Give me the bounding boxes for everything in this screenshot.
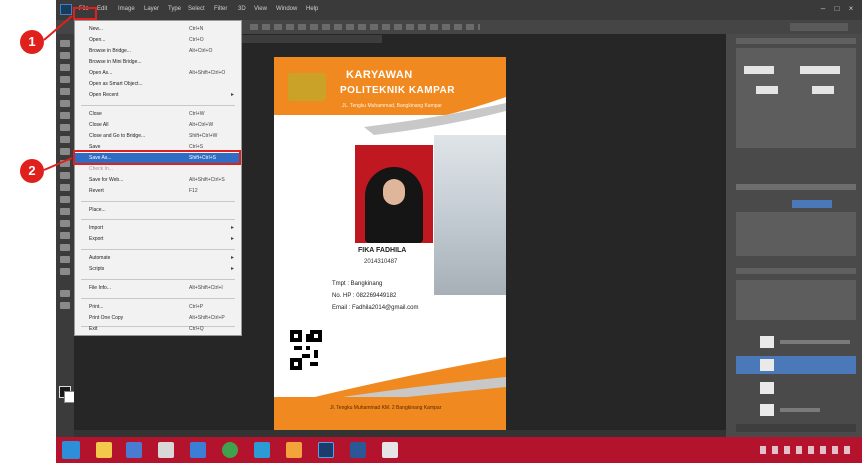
panel-icon[interactable] [812, 86, 834, 94]
windows-taskbar [56, 437, 862, 463]
shape-tool-icon[interactable] [60, 244, 70, 251]
adjustments-panel[interactable] [736, 212, 856, 256]
footer-address: Jl. Tengku Muhammad KM. 2 Bangkinang Kam… [330, 405, 442, 411]
app-icon[interactable] [286, 442, 302, 458]
submenu-arrow-icon: ▸ [231, 255, 235, 261]
photo-face [383, 179, 405, 205]
file-menu-item-place[interactable]: Place... [75, 205, 241, 216]
app-icon[interactable] [158, 442, 174, 458]
annotation-arrows [43, 15, 73, 171]
photoshop-taskbar-icon[interactable] [318, 442, 334, 458]
chrome-icon[interactable] [222, 442, 238, 458]
menu-help[interactable]: Help [306, 6, 318, 12]
app-icon[interactable] [254, 442, 270, 458]
selected-panel-tab[interactable] [792, 200, 832, 208]
menu-select[interactable]: Select [188, 6, 205, 12]
file-menu-item-import[interactable]: Import ▸ [75, 223, 241, 234]
minimize-button[interactable]: – [818, 5, 828, 13]
close-button[interactable]: × [846, 5, 856, 13]
employee-photo [355, 145, 433, 243]
status-bar [74, 430, 726, 437]
submenu-arrow-icon: ▸ [231, 92, 235, 98]
document-tab[interactable] [242, 35, 382, 43]
zoom-tool-icon[interactable] [60, 268, 70, 275]
info-birthplace: Tmpt : Bangkinang [332, 281, 383, 287]
file-menu-item-file-info[interactable]: File Info... Alt+Shift+Ctrl+I [75, 283, 241, 294]
file-menu-item-exit[interactable]: Exit Ctrl+Q [75, 324, 241, 335]
system-tray[interactable] [760, 446, 850, 454]
app-icon[interactable] [190, 442, 206, 458]
file-menu-item-scripts[interactable]: Scripts ▸ [75, 264, 241, 275]
layer-thumbnail[interactable] [760, 359, 774, 371]
file-menu-item-print[interactable]: Print... Ctrl+P [75, 302, 241, 313]
menu-type[interactable]: Type [168, 6, 181, 12]
menu-filter[interactable]: Filter [214, 6, 227, 12]
menu-view[interactable]: View [254, 6, 267, 12]
employee-name: FIKA FADHILA [358, 247, 407, 254]
panel-icon[interactable] [800, 66, 840, 74]
menu-3d[interactable]: 3D [238, 6, 246, 12]
media-player-icon[interactable] [126, 442, 142, 458]
submenu-arrow-icon: ▸ [231, 225, 235, 231]
card-address: JL. Tengku Muhammad, Bangkinang Kampar [342, 103, 442, 109]
menu-image[interactable]: Image [118, 6, 135, 12]
layers-panel-tab[interactable] [736, 268, 856, 274]
card-title: KARYAWAN [346, 69, 413, 81]
pen-tool-icon[interactable] [60, 208, 70, 215]
layers-controls[interactable] [736, 280, 856, 320]
app-icon[interactable] [382, 442, 398, 458]
layer-thumbnail[interactable] [760, 336, 774, 348]
file-menu-item-export[interactable]: Export ▸ [75, 234, 241, 245]
panel-icon[interactable] [744, 66, 774, 74]
menu-layer[interactable]: Layer [144, 6, 159, 12]
maximize-button[interactable]: □ [832, 5, 842, 13]
submenu-arrow-icon: ▸ [231, 266, 235, 272]
extra-tool-icon[interactable] [60, 302, 70, 309]
info-phone: No. HP : 082269449182 [332, 293, 397, 299]
layer-row[interactable] [780, 408, 820, 412]
card-institution: POLITEKNIK KAMPAR [340, 85, 455, 96]
step-1-badge: 1 [20, 30, 44, 54]
submenu-arrow-icon: ▸ [231, 236, 235, 242]
extra-tool-icon[interactable] [60, 290, 70, 297]
menu-separator [81, 249, 235, 250]
file-explorer-icon[interactable] [96, 442, 112, 458]
layer-thumbnail[interactable] [760, 404, 774, 416]
menu-separator [81, 201, 235, 202]
info-email: Email : Fadhila2014@gmail.com [332, 305, 419, 311]
layer-row-selected[interactable] [736, 356, 856, 374]
start-button-icon[interactable] [62, 441, 80, 459]
layers-footer[interactable] [736, 424, 856, 432]
path-select-tool-icon[interactable] [60, 232, 70, 239]
employee-id: 2014310487 [364, 259, 398, 265]
logo-icon [288, 73, 326, 101]
menu-window[interactable]: Window [276, 6, 297, 12]
file-menu-item-print-one-copy[interactable]: Print One Copy Alt+Shift+Ctrl+P [75, 313, 241, 324]
menu-separator [81, 219, 235, 220]
id-card-document[interactable]: KARYAWAN POLITEKNIK KAMPAR JL. Tengku Mu… [274, 57, 506, 435]
character-panel[interactable] [736, 48, 856, 148]
layer-thumbnail[interactable] [760, 382, 774, 394]
options-controls[interactable] [250, 24, 480, 30]
building-image [434, 135, 506, 295]
type-tool-icon[interactable] [60, 220, 70, 227]
hand-tool-icon[interactable] [60, 256, 70, 263]
menu-separator [81, 279, 235, 280]
word-icon[interactable] [350, 442, 366, 458]
workspace-dropdown[interactable] [790, 23, 848, 31]
character-panel-tab[interactable] [736, 38, 856, 44]
paragraph-panel-tab[interactable] [736, 184, 856, 190]
panel-icon[interactable] [756, 86, 778, 94]
file-menu-item-automate[interactable]: Automate ▸ [75, 253, 241, 264]
layer-row[interactable] [780, 340, 850, 344]
step-2-badge: 2 [20, 159, 44, 183]
menu-separator [81, 298, 235, 299]
